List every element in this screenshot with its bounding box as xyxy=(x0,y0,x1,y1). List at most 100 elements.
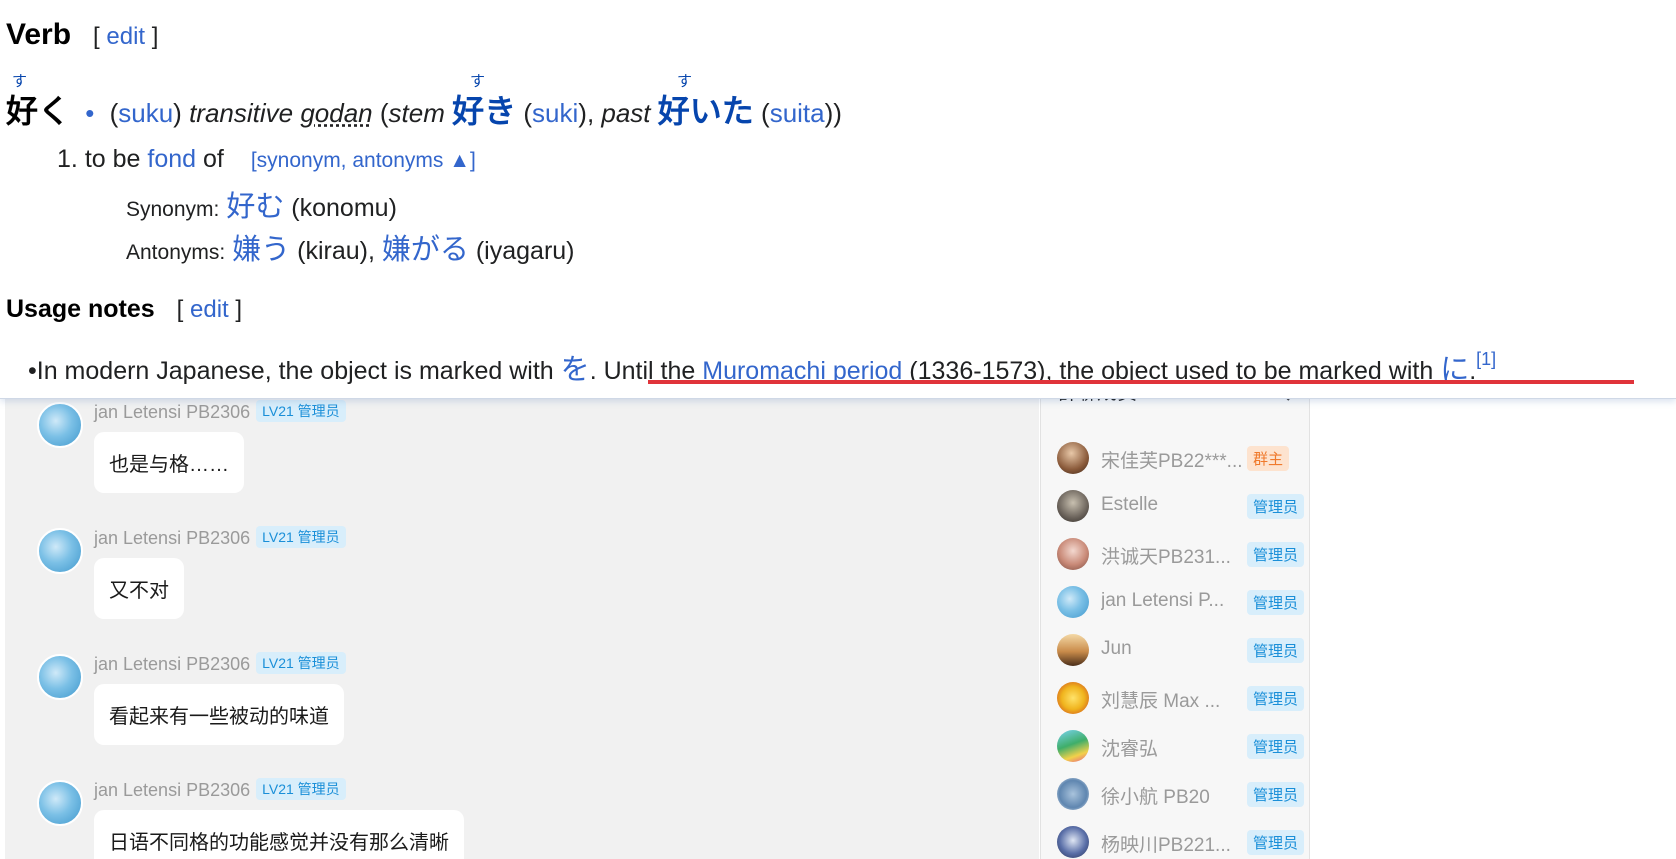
bullet: • xyxy=(85,98,95,128)
antonym-romaji: (iyagaru) xyxy=(475,237,575,265)
member-item[interactable]: 沈睿弘 管理员 xyxy=(1057,726,1305,766)
role-badge: 管理员 xyxy=(1247,830,1305,855)
wo-link[interactable]: を xyxy=(561,354,590,386)
usage-heading: Usage notes [ edit ] xyxy=(6,295,242,324)
definition-number: 1. xyxy=(57,145,78,173)
member-item[interactable]: jan Letensi P... 管理员 xyxy=(1057,582,1305,622)
message-bubble[interactable]: 又不对 xyxy=(94,558,184,619)
message-bubble[interactable]: 看起来有一些被动的味道 xyxy=(94,684,344,745)
definition-prefix: to be xyxy=(84,145,141,173)
godan-label[interactable]: godan xyxy=(300,98,372,128)
sender-name[interactable]: jan Letensi PB2306 xyxy=(94,528,250,548)
member-name: Estelle xyxy=(1101,494,1159,515)
past-romaji-link[interactable]: suita xyxy=(770,98,825,128)
grammar-label: transitive xyxy=(189,98,294,128)
member-name: 沈睿弘 xyxy=(1101,739,1159,760)
synonym-toggle-label[interactable]: synonym, antonyms ▲ xyxy=(257,149,470,172)
antonyms-label: Antonyms: xyxy=(126,241,226,264)
avatar xyxy=(1057,730,1089,762)
role-badge: 管理员 xyxy=(1247,590,1305,615)
headword: 好く xyxy=(6,93,71,129)
role-badge: 管理员 xyxy=(1247,542,1305,567)
member-item[interactable]: Estelle 管理员 xyxy=(1057,486,1305,526)
chat-message: jan Letensi PB2306 LV21 管理员 也是与格…… xyxy=(5,390,1005,516)
level-badge: LV21 管理员 xyxy=(256,526,346,548)
chat-message: jan Letensi PB2306 LV21 管理员 看起来有一些被动的味道 xyxy=(5,642,1005,768)
member-item[interactable]: Jun 管理员 xyxy=(1057,630,1305,670)
sender-name[interactable]: jan Letensi PB2306 xyxy=(94,780,250,800)
avatar xyxy=(1057,778,1089,810)
synonym-romaji: (konomu) xyxy=(291,194,397,222)
avatar[interactable] xyxy=(37,402,83,448)
member-item[interactable]: 杨映川PB221... 管理员 xyxy=(1057,822,1305,859)
level-badge: LV21 管理员 xyxy=(256,400,346,422)
group-members-panel: 群聊成员 133 宋佳芙PB22***... 群主 Estelle 管理员 洪诚… xyxy=(1040,390,1310,859)
message-sender: jan Letensi PB2306 LV21 管理员 xyxy=(94,400,346,423)
member-name: jan Letensi P... xyxy=(1101,590,1225,611)
member-item[interactable]: 刘慧辰 Max ... 管理员 xyxy=(1057,678,1305,718)
past-link[interactable]: 好いた xyxy=(658,93,754,129)
avatar xyxy=(1057,826,1089,858)
dictionary-popup: Verb[ edit ] す す す 好く • (suku) transitiv… xyxy=(0,0,1676,399)
antonym-romaji: (kirau), xyxy=(297,237,375,265)
level-badge: LV21 管理员 xyxy=(256,652,346,674)
antonym-link[interactable]: 嫌う xyxy=(232,234,290,266)
member-name: 杨映川PB221... xyxy=(1101,835,1231,856)
headword-line: 好く • (suku) transitive godan (stem 好き (s… xyxy=(6,93,842,129)
stem-romaji-link[interactable]: suki xyxy=(532,98,578,128)
member-item[interactable]: 宋佳芙PB22***... 群主 xyxy=(1057,438,1297,478)
sender-name[interactable]: jan Letensi PB2306 xyxy=(94,402,250,422)
member-name: 洪诚天PB231... xyxy=(1101,547,1231,568)
reference-link[interactable]: [1] xyxy=(1476,349,1496,369)
stem-label: stem xyxy=(388,98,445,128)
synonym-toggle[interactable]: [synonym, antonyms ▲] xyxy=(251,149,476,172)
member-item[interactable]: 徐小航 PB20 管理员 xyxy=(1057,774,1305,814)
romaji-link[interactable]: suku xyxy=(118,98,173,128)
avatar xyxy=(1057,442,1089,474)
antonyms-line: Antonyms: 嫌う (kirau), 嫌がる (iyagaru) xyxy=(126,226,575,268)
stem-link[interactable]: 好き xyxy=(452,93,516,129)
avatar xyxy=(1057,634,1089,666)
message-sender: jan Letensi PB2306 LV21 管理员 xyxy=(94,526,346,549)
avatar[interactable] xyxy=(37,780,83,826)
highlight-underline xyxy=(648,380,1634,384)
role-badge: 群主 xyxy=(1247,446,1290,471)
edit-link-label[interactable]: edit xyxy=(106,23,145,50)
chat-message-list[interactable]: jan Letensi PB2306 LV21 管理员 也是与格…… jan Le… xyxy=(5,390,1039,859)
message-sender: jan Letensi PB2306 LV21 管理员 xyxy=(94,652,346,675)
message-bubble[interactable]: 也是与格…… xyxy=(94,432,244,493)
avatar[interactable] xyxy=(37,528,83,574)
synonym-line: Synonym: 好む (konomu) xyxy=(126,183,397,225)
edit-link[interactable]: [ edit ] xyxy=(93,23,158,50)
member-name: 宋佳芙PB22***... xyxy=(1101,451,1243,472)
message-sender: jan Letensi PB2306 LV21 管理员 xyxy=(94,778,346,801)
section-title: Verb xyxy=(6,18,72,51)
chat-message: jan Letensi PB2306 LV21 管理员 日语不同格的功能感觉并没有… xyxy=(5,768,1005,859)
synonym-label: Synonym: xyxy=(126,198,220,221)
verb-heading: Verb [ edit ] xyxy=(6,18,158,52)
role-badge: 管理员 xyxy=(1247,782,1305,807)
edit-link-label[interactable]: edit xyxy=(190,296,229,323)
role-badge: 管理员 xyxy=(1247,494,1305,519)
usage-text: In modern Japanese, the object is marked… xyxy=(36,357,554,385)
member-name: Jun xyxy=(1101,638,1132,659)
avatar xyxy=(1057,682,1089,714)
avatar xyxy=(1057,538,1089,570)
message-bubble[interactable]: 日语不同格的功能感觉并没有那么清晰 xyxy=(94,810,464,859)
role-badge: 管理员 xyxy=(1247,686,1305,711)
avatar[interactable] xyxy=(37,654,83,700)
definition-suffix: of xyxy=(203,145,224,173)
level-badge: LV21 管理员 xyxy=(256,778,346,800)
synonym-link[interactable]: 好む xyxy=(226,191,284,223)
sender-name[interactable]: jan Letensi PB2306 xyxy=(94,654,250,674)
member-item[interactable]: 洪诚天PB231... 管理员 xyxy=(1057,534,1305,574)
fond-link[interactable]: fond xyxy=(147,145,196,173)
role-badge: 管理员 xyxy=(1247,638,1305,663)
edit-link[interactable]: [ edit ] xyxy=(177,296,242,323)
past-label: past xyxy=(601,98,651,128)
section-title: Usage notes xyxy=(6,295,155,323)
antonym-link[interactable]: 嫌がる xyxy=(382,234,469,266)
member-name: 徐小航 PB20 xyxy=(1101,787,1210,808)
avatar xyxy=(1057,586,1089,618)
list-bullet: • xyxy=(28,357,37,385)
